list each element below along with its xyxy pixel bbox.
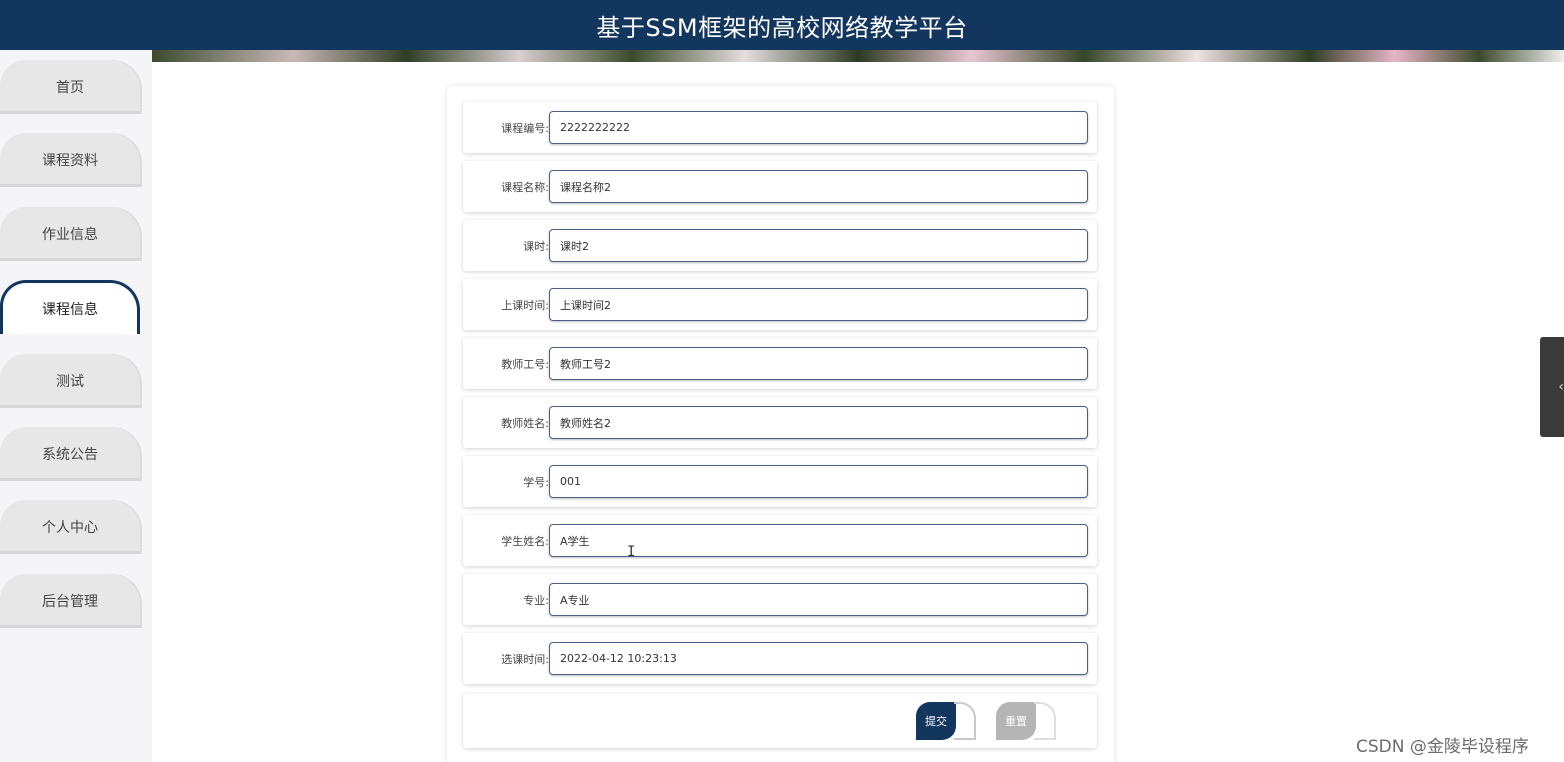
field-label: 课程编号: — [501, 121, 549, 135]
course-form: 课程编号: 课程名称: 课时: 上课时间: 教师工号: 教师姓名: 学号: 学生… — [447, 86, 1114, 762]
class-hours-field[interactable] — [549, 229, 1088, 262]
field-label: 学生姓名: — [501, 534, 549, 548]
field-label: 学号: — [523, 475, 549, 489]
text-cursor-icon: I — [627, 544, 636, 560]
field-label: 选课时间: — [501, 652, 549, 666]
button-decoration — [954, 702, 976, 740]
form-row-class-hours: 课时: — [463, 220, 1097, 271]
form-row-teacher-name: 教师姓名: — [463, 397, 1097, 448]
form-row-class-time: 上课时间: — [463, 279, 1097, 330]
sidebar: 首页 课程资料 作业信息 课程信息 测试 系统公告 个人中心 后台管理 — [0, 50, 152, 762]
course-id-field[interactable] — [549, 111, 1088, 144]
field-label: 课时: — [523, 239, 549, 253]
page-title: 基于SSM框架的高校网络教学平台 — [596, 13, 968, 42]
side-toggle-tab[interactable]: ‹ — [1540, 337, 1564, 437]
reset-button[interactable]: 重置 — [996, 702, 1036, 740]
course-name-field[interactable] — [549, 170, 1088, 203]
selection-time-field[interactable] — [549, 642, 1088, 675]
form-row-major: 专业: — [463, 574, 1097, 625]
sidebar-item-admin[interactable]: 后台管理 — [0, 574, 140, 628]
form-row-teacher-id: 教师工号: — [463, 338, 1097, 389]
app-header: 基于SSM框架的高校网络教学平台 — [0, 0, 1564, 50]
form-row-student-id: 学号: — [463, 456, 1097, 507]
class-time-field[interactable] — [549, 288, 1088, 321]
field-label: 教师姓名: — [501, 416, 549, 430]
teacher-id-field[interactable] — [549, 347, 1088, 380]
form-row-course-id: 课程编号: — [463, 102, 1097, 153]
major-field[interactable] — [549, 583, 1088, 616]
form-row-student-name: 学生姓名: — [463, 515, 1097, 566]
button-decoration — [1034, 702, 1056, 740]
submit-button[interactable]: 提交 — [916, 702, 956, 740]
sidebar-item-homework[interactable]: 作业信息 — [0, 207, 140, 261]
form-row-course-name: 课程名称: — [463, 161, 1097, 212]
watermark: CSDN @金陵毕设程序 — [1356, 737, 1529, 757]
field-label: 专业: — [523, 593, 549, 607]
chevron-left-icon: ‹ — [1558, 379, 1564, 395]
form-row-selection-time: 选课时间: — [463, 633, 1097, 684]
sidebar-item-course-info[interactable]: 课程信息 — [0, 280, 140, 334]
student-id-field[interactable] — [549, 465, 1088, 498]
form-actions: 提交 重置 — [463, 694, 1097, 748]
sidebar-item-home[interactable]: 首页 — [0, 60, 140, 114]
banner-image — [152, 50, 1564, 62]
teacher-name-field[interactable] — [549, 406, 1088, 439]
sidebar-item-announcements[interactable]: 系统公告 — [0, 427, 140, 481]
sidebar-item-course-materials[interactable]: 课程资料 — [0, 133, 140, 187]
field-label: 课程名称: — [501, 180, 549, 194]
field-label: 上课时间: — [501, 298, 549, 312]
sidebar-item-test[interactable]: 测试 — [0, 354, 140, 408]
field-label: 教师工号: — [501, 357, 549, 371]
sidebar-item-personal-center[interactable]: 个人中心 — [0, 500, 140, 554]
